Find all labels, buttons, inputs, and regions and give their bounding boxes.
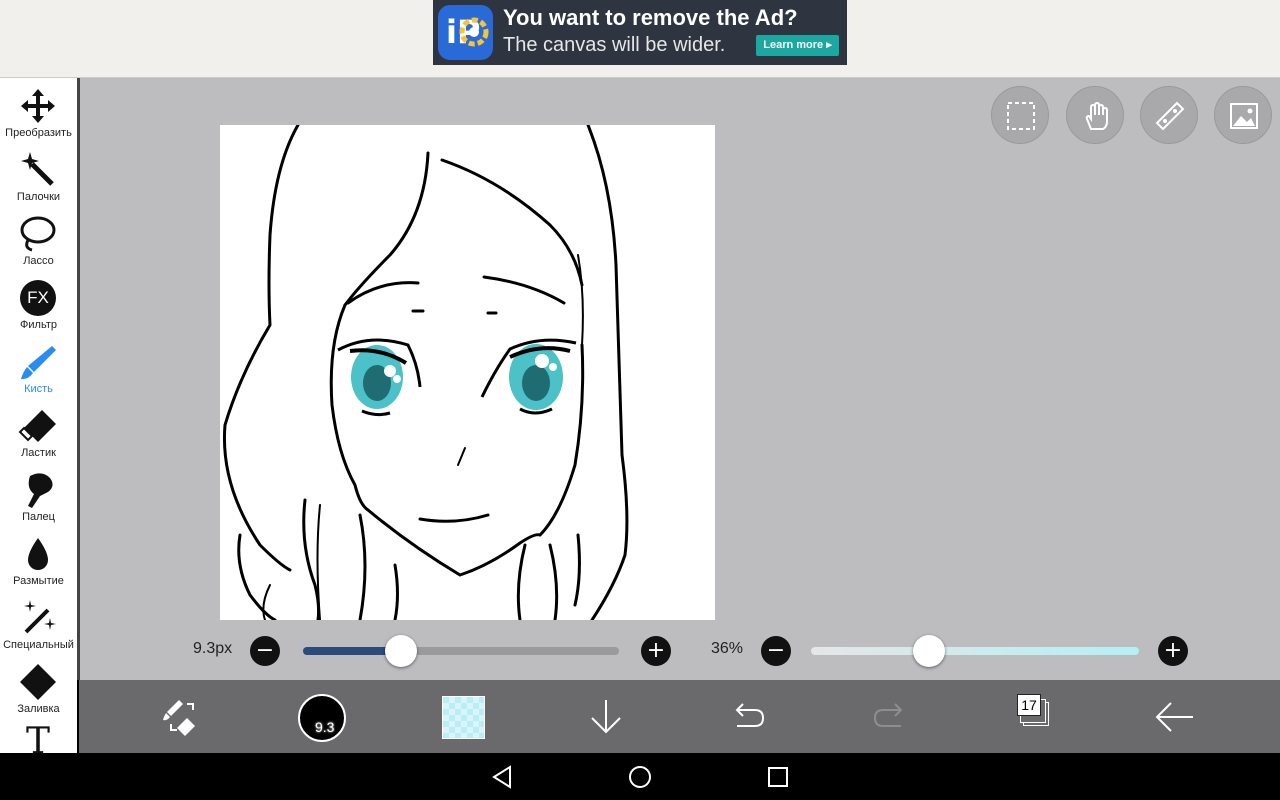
selection-icon bbox=[1007, 102, 1035, 130]
layers-count: 17 bbox=[1017, 694, 1041, 716]
image-icon bbox=[1230, 103, 1258, 129]
move-icon bbox=[21, 89, 55, 123]
layer-transfer-button[interactable] bbox=[581, 692, 631, 742]
ruler-button[interactable] bbox=[1140, 86, 1198, 144]
special-brush-icon bbox=[24, 600, 56, 634]
redo-button[interactable] bbox=[865, 692, 915, 742]
ad-banner[interactable]: iP You want to remove the Ad? The canvas… bbox=[433, 0, 847, 65]
lasso-icon bbox=[20, 216, 56, 252]
opacity-decrease-button[interactable]: − bbox=[761, 636, 791, 666]
eraser-icon bbox=[18, 410, 56, 442]
learn-more-button[interactable]: Learn more ▸ bbox=[756, 35, 839, 56]
arrow-left-icon bbox=[1155, 702, 1193, 732]
opacity-slider[interactable] bbox=[811, 647, 1139, 655]
brush-size-value: 9.3px bbox=[193, 640, 233, 657]
layers-button[interactable]: 17 bbox=[1015, 692, 1065, 742]
selection-button[interactable] bbox=[991, 86, 1049, 144]
tool-fill[interactable]: Заливка bbox=[0, 654, 77, 718]
brush-size-increase-button[interactable]: + bbox=[641, 636, 671, 666]
brush-size-decrease-button[interactable]: − bbox=[250, 636, 280, 666]
nav-recents-icon[interactable] bbox=[766, 765, 790, 789]
ad-banner-bar: iP You want to remove the Ad? The canvas… bbox=[0, 0, 1280, 78]
undo-button[interactable] bbox=[723, 692, 773, 742]
brush-opacity-value: 36% bbox=[711, 640, 744, 657]
smudge-finger-icon bbox=[28, 473, 53, 508]
nav-back-icon[interactable] bbox=[490, 765, 514, 789]
tool-filter[interactable]: FX Фильтр bbox=[0, 270, 77, 334]
redo-icon bbox=[873, 703, 903, 727]
tool-sidebar: Преобразить Палочки Лассо FX Фильтр Кист… bbox=[0, 78, 77, 753]
text-icon: T bbox=[25, 721, 50, 754]
tool-switch-button[interactable] bbox=[157, 692, 207, 742]
ad-subtitle: The canvas will be wider. bbox=[503, 34, 726, 56]
tool-eraser[interactable]: Ластик bbox=[0, 398, 77, 462]
tool-blur[interactable]: Размытие bbox=[0, 526, 77, 590]
reference-image-button[interactable] bbox=[1214, 86, 1272, 144]
hand-button[interactable] bbox=[1066, 86, 1124, 144]
opacity-increase-button[interactable]: + bbox=[1158, 636, 1188, 666]
back-button[interactable] bbox=[1149, 692, 1199, 742]
tool-text[interactable]: T bbox=[0, 718, 77, 754]
tool-special[interactable]: Специальный bbox=[0, 590, 77, 654]
system-navigation-bar bbox=[0, 753, 1280, 800]
brush-size-slider-thumb[interactable] bbox=[384, 635, 417, 667]
drawing-canvas[interactable] bbox=[220, 125, 715, 620]
ad-title: You want to remove the Ad? bbox=[503, 5, 798, 30]
tool-magic-wand[interactable]: Палочки bbox=[0, 142, 77, 206]
tool-lasso[interactable]: Лассо bbox=[0, 206, 77, 270]
fx-icon: FX bbox=[20, 280, 56, 316]
tool-brush[interactable]: Кисть bbox=[0, 334, 77, 398]
brush-icon bbox=[21, 346, 56, 380]
blur-drop-icon bbox=[28, 538, 48, 570]
color-wheel-icon bbox=[459, 17, 489, 47]
fill-bucket-icon bbox=[20, 664, 56, 700]
canvas-workspace[interactable]: 9.3px − + 36% − + bbox=[77, 78, 1280, 680]
brush-size-slider[interactable] bbox=[303, 647, 619, 655]
ibis-paint-logo: iP bbox=[438, 5, 493, 60]
arrow-down-icon bbox=[591, 700, 621, 734]
hand-icon bbox=[1085, 101, 1108, 130]
ruler-icon bbox=[1155, 101, 1185, 131]
opacity-slider-thumb[interactable] bbox=[913, 635, 946, 667]
magic-wand-icon bbox=[21, 152, 54, 186]
nav-home-icon[interactable] bbox=[628, 765, 652, 789]
brush-size-indicator[interactable]: 9.3 bbox=[298, 694, 346, 742]
brush-eraser-swap-icon bbox=[163, 700, 195, 736]
tool-smudge[interactable]: Палец bbox=[0, 462, 77, 526]
bottom-toolbar: 9.3 17 bbox=[79, 680, 1280, 753]
tool-transform[interactable]: Преобразить bbox=[0, 78, 77, 142]
face-sketch-artwork bbox=[222, 125, 629, 620]
current-color-swatch[interactable] bbox=[442, 696, 485, 739]
undo-icon bbox=[735, 703, 765, 727]
